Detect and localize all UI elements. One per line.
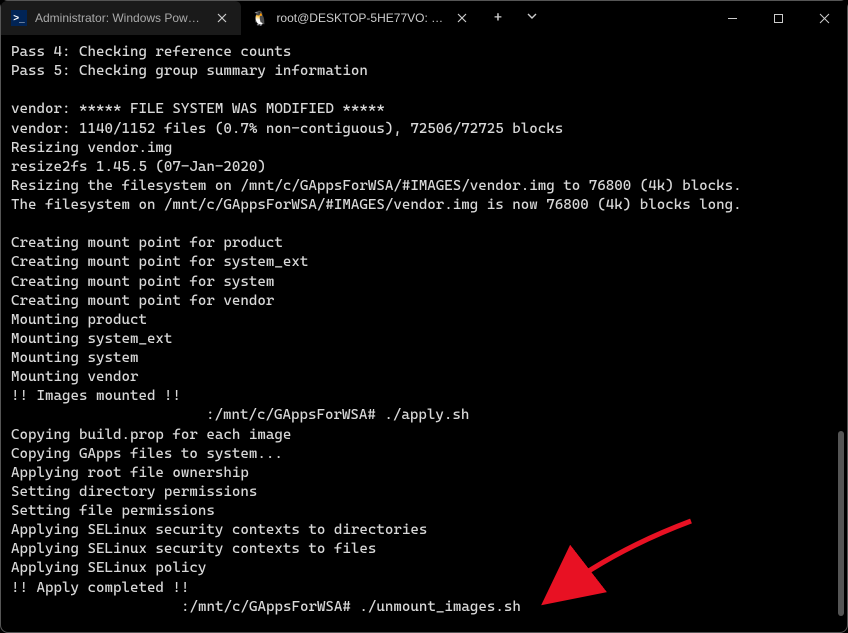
terminal-line: !! Apply completed !!	[11, 580, 189, 596]
terminal-line: Setting directory permissions	[11, 484, 257, 500]
terminal-line: Applying SELinux security contexts to fi…	[11, 541, 376, 557]
terminal-line: Mounting system_ext	[11, 331, 172, 347]
terminal-line: Applying SELinux policy	[11, 560, 206, 576]
prompt-path: :/mnt/c/GAppsForWSA#	[206, 407, 376, 423]
powershell-icon: >_	[11, 10, 27, 26]
terminal-line: Pass 4: Checking reference counts	[11, 44, 291, 60]
title-bar: >_ Administrator: Windows PowerShell 🐧 r…	[1, 1, 847, 35]
redacted-hostname	[11, 600, 181, 614]
new-tab-button[interactable]: +	[481, 1, 515, 35]
prompt-command: ./apply.sh	[376, 407, 469, 423]
terminal-output[interactable]: Pass 4: Checking reference counts Pass 5…	[1, 35, 847, 627]
close-tab-icon[interactable]	[453, 9, 471, 27]
terminal-line: Setting file permissions	[11, 503, 215, 519]
terminal-line: Mounting system	[11, 350, 138, 366]
close-window-button[interactable]	[801, 1, 847, 35]
tab-dropdown-button[interactable]	[515, 1, 549, 35]
tab-title: root@DESKTOP-5HE77VO: /mnt	[276, 11, 445, 25]
terminal-line: Copying build.prop for each image	[11, 427, 291, 443]
maximize-button[interactable]	[755, 1, 801, 35]
redacted-hostname	[11, 409, 206, 423]
chevron-down-icon	[526, 10, 538, 26]
tab-linux[interactable]: 🐧 root@DESKTOP-5HE77VO: /mnt	[241, 1, 481, 35]
titlebar-drag-area[interactable]	[549, 1, 709, 35]
tab-title: Administrator: Windows PowerShell	[35, 11, 205, 25]
terminal-line: Creating mount point for vendor	[11, 293, 274, 309]
terminal-line: Applying root file ownership	[11, 465, 249, 481]
terminal-line: vendor: 1140/1152 files (0.7% non-contig…	[11, 121, 563, 137]
close-tab-icon[interactable]	[213, 9, 231, 27]
terminal-line: !! Images mounted !!	[11, 388, 181, 404]
terminal-line: Copying GApps files to system...	[11, 446, 283, 462]
terminal-line: resize2fs 1.45.5 (07-Jan-2020)	[11, 159, 266, 175]
terminal-line: Pass 5: Checking group summary informati…	[11, 63, 368, 79]
terminal-line: The filesystem on /mnt/c/GAppsForWSA/#IM…	[11, 197, 742, 213]
window-controls	[709, 1, 847, 35]
terminal-line: Creating mount point for system	[11, 274, 274, 290]
prompt-command: ./unmount_images.sh	[351, 599, 521, 615]
terminal-line: Mounting product	[11, 312, 147, 328]
terminal-line: Resizing the filesystem on /mnt/c/GAppsF…	[11, 178, 742, 194]
terminal-line: Creating mount point for product	[11, 235, 283, 251]
tab-strip: >_ Administrator: Windows PowerShell 🐧 r…	[1, 1, 549, 35]
terminal-line: Resizing vendor.img	[11, 140, 172, 156]
plus-icon: +	[494, 10, 502, 26]
tux-icon: 🐧	[251, 11, 268, 25]
terminal-line: vendor: ***** FILE SYSTEM WAS MODIFIED *…	[11, 101, 385, 117]
scrollbar-thumb[interactable]	[838, 431, 844, 616]
terminal-line: Mounting vendor	[11, 369, 138, 385]
terminal-line: Creating mount point for system_ext	[11, 254, 308, 270]
minimize-button[interactable]	[709, 1, 755, 35]
terminal-line: Applying SELinux security contexts to di…	[11, 522, 427, 538]
prompt-path: :/mnt/c/GAppsForWSA#	[181, 599, 351, 615]
tab-powershell[interactable]: >_ Administrator: Windows PowerShell	[1, 1, 241, 35]
